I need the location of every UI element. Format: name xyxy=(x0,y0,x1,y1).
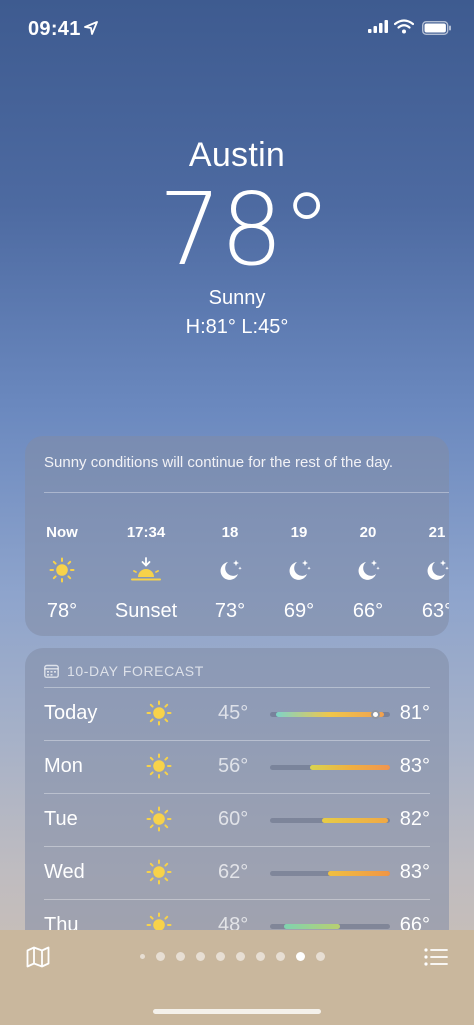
list-icon[interactable] xyxy=(424,948,448,966)
page-dot[interactable] xyxy=(236,952,245,961)
condition-label: Sunny xyxy=(208,287,266,309)
page-dot[interactable] xyxy=(316,952,325,961)
page-dot[interactable] xyxy=(196,952,205,961)
hour-label: 17:34 xyxy=(126,524,166,541)
hour-temperature: Sunset xyxy=(114,600,178,622)
home-indicator[interactable] xyxy=(153,1009,321,1014)
page-dot[interactable] xyxy=(256,952,265,961)
temperature-range-bar xyxy=(270,710,390,719)
hour-label: 19 xyxy=(290,524,308,541)
location-arrow-icon xyxy=(84,21,98,35)
hour-temperature: 73° xyxy=(214,600,246,622)
forecast-header: 10-DAY FORECAST xyxy=(44,663,204,679)
temperature-range-fill xyxy=(327,871,390,876)
hour-temperature: 63° xyxy=(421,600,449,622)
page-dot[interactable] xyxy=(156,952,165,961)
forecast-low: 60° xyxy=(218,808,249,830)
sun-icon xyxy=(146,700,172,726)
moon-stars-icon xyxy=(333,552,403,588)
forecast-day: Today xyxy=(44,702,98,724)
forecast-row[interactable]: Mon 56° 83° xyxy=(44,741,430,794)
hour-item: 21 63° xyxy=(402,524,449,623)
hour-temperature: 66° xyxy=(352,600,384,622)
temperature-range-fill xyxy=(284,924,340,929)
page-dot[interactable] xyxy=(276,952,285,961)
sunset-icon xyxy=(111,552,181,588)
temperature-range-bar xyxy=(270,818,390,823)
sun-icon xyxy=(146,753,172,779)
sun-icon xyxy=(146,806,172,832)
moon-stars-icon xyxy=(195,552,265,588)
temperature-range-fill xyxy=(321,818,388,823)
hour-label: 21 xyxy=(428,524,446,541)
forecast-high: 81° xyxy=(399,702,430,724)
battery-icon xyxy=(422,21,451,35)
moon-stars-icon xyxy=(402,552,449,588)
forecast-row[interactable]: Wed 62° 83° xyxy=(44,847,430,900)
forecast-high: 83° xyxy=(399,755,430,777)
hourly-summary: Sunny conditions will continue for the r… xyxy=(44,454,394,471)
forecast-day: Tue xyxy=(44,808,78,830)
temperature-range-bar xyxy=(270,924,390,929)
hour-item: 17:34 Sunset xyxy=(111,524,181,623)
sun-icon xyxy=(27,552,97,588)
temperature-range-bar xyxy=(270,871,390,876)
cellular-signal-icon xyxy=(368,20,388,33)
bottom-toolbar xyxy=(0,930,474,1025)
city-name: Austin xyxy=(188,136,286,174)
moon-stars-icon xyxy=(264,552,334,588)
ten-day-forecast-card[interactable]: 10-DAY FORECAST Today 45° 81° Mon 56° 83… xyxy=(25,648,449,948)
temperature-range-bar xyxy=(270,765,390,770)
hour-label: Now xyxy=(46,524,78,541)
map-icon[interactable] xyxy=(26,946,50,968)
forecast-day: Mon xyxy=(44,755,83,777)
page-dot[interactable] xyxy=(216,952,225,961)
calendar-icon xyxy=(44,664,59,678)
current-weather: Austin 78° Sunny H:81° L:45° xyxy=(0,130,474,339)
temperature-range-fill xyxy=(309,765,390,770)
forecast-title: 10-DAY FORECAST xyxy=(67,663,204,679)
current-temperature: 78° xyxy=(158,171,331,288)
status-time: 09:41 xyxy=(28,18,81,40)
sun-icon xyxy=(146,859,172,885)
forecast-low: 62° xyxy=(218,861,249,883)
page-dot[interactable] xyxy=(176,952,185,961)
forecast-day: Wed xyxy=(44,861,85,883)
hour-item: 19 69° xyxy=(264,524,334,623)
forecast-low: 45° xyxy=(218,702,249,724)
current-temperature-marker xyxy=(371,710,381,719)
hourly-forecast-card[interactable]: Sunny conditions will continue for the r… xyxy=(25,436,449,636)
hour-item: 18 73° xyxy=(195,524,265,623)
hour-label: 20 xyxy=(359,524,377,541)
high-low-label: H:81° L:45° xyxy=(185,316,289,338)
hour-item: Now 78° xyxy=(27,524,97,623)
wifi-icon xyxy=(394,19,414,34)
page-dot[interactable] xyxy=(296,952,305,961)
forecast-low: 56° xyxy=(218,755,249,777)
forecast-high: 82° xyxy=(399,808,430,830)
hour-temperature: 78° xyxy=(46,600,78,622)
temperature-range-fill xyxy=(276,712,384,717)
status-bar: 09:41 xyxy=(0,0,474,60)
forecast-high: 83° xyxy=(399,861,430,883)
hour-item: 20 66° xyxy=(333,524,403,623)
page-indicator[interactable] xyxy=(140,952,325,961)
location-page-dot-current[interactable] xyxy=(140,954,145,959)
forecast-row[interactable]: Tue 60° 82° xyxy=(44,794,430,847)
hour-temperature: 69° xyxy=(283,600,315,622)
hour-label: 18 xyxy=(221,524,239,541)
forecast-row[interactable]: Today 45° 81° xyxy=(44,688,430,741)
divider xyxy=(44,492,449,493)
